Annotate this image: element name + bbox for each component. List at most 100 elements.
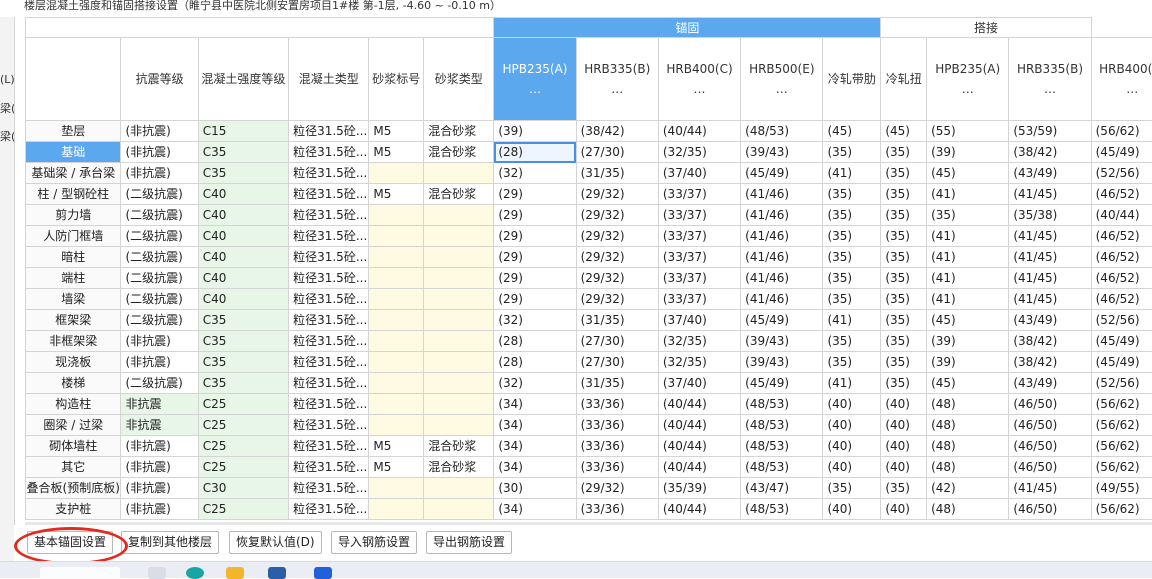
grid-cell[interactable]: (52/56) (1091, 373, 1152, 394)
grid-cell[interactable]: (42) (927, 478, 1009, 499)
grid-cell[interactable] (424, 163, 494, 184)
grid-cell[interactable] (369, 247, 424, 268)
grid-cell[interactable]: (48) (927, 499, 1009, 520)
taskbar-search-box[interactable] (40, 567, 120, 579)
grid-cell[interactable]: 粒径31.5砼... (289, 163, 369, 184)
basic-anchor-settings-button[interactable]: 基本锚固设置 (27, 531, 113, 554)
column-header[interactable]: 砂浆标号 (369, 38, 424, 121)
table-row[interactable]: 其它(非抗震)C25粒径31.5砼...M5混合砂浆(34)(33/36)(40… (26, 457, 1152, 478)
grid-cell[interactable]: (40) (881, 394, 927, 415)
column-header[interactable]: 冷轧带肋 (823, 38, 881, 121)
column-header[interactable]: HRB400(C) … (658, 38, 740, 121)
grid-cell[interactable]: (非抗震) (121, 163, 198, 184)
grid-cell[interactable]: (39) (494, 121, 576, 142)
grid-cell[interactable]: 粒径31.5砼... (289, 268, 369, 289)
grid-cell[interactable]: C15 (198, 121, 288, 142)
grid-cell[interactable]: C25 (198, 436, 288, 457)
grid-cell[interactable]: (48/53) (741, 436, 823, 457)
grid-cell[interactable]: (35) (881, 226, 927, 247)
grid-cell[interactable]: C35 (198, 373, 288, 394)
grid-cell[interactable]: (34) (494, 436, 576, 457)
grid-cell[interactable]: (32) (494, 310, 576, 331)
grid-cell[interactable]: (37/40) (658, 373, 740, 394)
grid-cell[interactable]: (35) (881, 373, 927, 394)
grid-cell[interactable]: 混合砂浆 (424, 184, 494, 205)
grid-cell[interactable] (424, 247, 494, 268)
column-header[interactable]: 砂浆类型 (424, 38, 494, 121)
grid-cell[interactable]: (39/43) (741, 331, 823, 352)
grid-cell[interactable]: (28) (494, 331, 576, 352)
table-row[interactable]: 框架梁(二级抗震)C35粒径31.5砼...(32)(31/35)(37/40)… (26, 310, 1152, 331)
grid-cell[interactable]: (40/44) (658, 457, 740, 478)
grid-cell[interactable]: 粒径31.5砼... (289, 373, 369, 394)
grid-cell[interactable]: (27/30) (576, 352, 658, 373)
grid-cell[interactable]: (29/32) (576, 289, 658, 310)
table-row[interactable]: 墙梁(二级抗震)C40粒径31.5砼...(29)(29/32)(33/37)(… (26, 289, 1152, 310)
grid-cell[interactable] (369, 415, 424, 436)
grid-cell[interactable] (424, 415, 494, 436)
grid-cell[interactable]: (40) (823, 499, 881, 520)
grid-cell[interactable]: (35) (881, 142, 927, 163)
table-row[interactable]: 剪力墙(二级抗震)C40粒径31.5砼...(29)(29/32)(33/37)… (26, 205, 1152, 226)
column-header[interactable]: 抗震等级 (121, 38, 198, 121)
grid-cell[interactable]: (非抗震) (121, 352, 198, 373)
grid-cell[interactable]: 粒径31.5砼... (289, 226, 369, 247)
grid-cell[interactable]: (40/44) (658, 415, 740, 436)
grid-cell[interactable]: (45) (927, 310, 1009, 331)
grid-cell[interactable]: (45/49) (1091, 331, 1152, 352)
grid-cell[interactable]: (46/50) (1009, 457, 1091, 478)
table-row[interactable]: 基础梁 / 承台梁(非抗震)C35粒径31.5砼...(32)(31/35)(3… (26, 163, 1152, 184)
table-row[interactable]: 构造柱非抗震C25粒径31.5砼...(34)(33/36)(40/44)(48… (26, 394, 1152, 415)
grid-cell[interactable]: (46/52) (1091, 289, 1152, 310)
taskbar-app-icon[interactable] (186, 567, 204, 579)
grid-cell[interactable]: (56/62) (1091, 121, 1152, 142)
grid-cell[interactable]: (38/42) (576, 121, 658, 142)
grid-cell[interactable]: (35/38) (1009, 205, 1091, 226)
grid-cell[interactable] (369, 331, 424, 352)
grid-cell[interactable]: (41) (927, 226, 1009, 247)
grid-cell[interactable]: (二级抗震) (121, 310, 198, 331)
grid-cell[interactable]: M5 (369, 142, 424, 163)
column-header[interactable]: 混凝土强度等级 (198, 38, 288, 121)
grid-cell[interactable]: (41/45) (1009, 478, 1091, 499)
grid-cell[interactable]: (非抗震) (121, 499, 198, 520)
grid-cell[interactable]: (32) (494, 373, 576, 394)
grid-cell[interactable]: (33/37) (658, 184, 740, 205)
grid-cell[interactable]: (39/43) (741, 142, 823, 163)
grid-cell[interactable]: (28) (494, 352, 576, 373)
taskbar-app-icon[interactable] (148, 567, 166, 579)
column-header[interactable]: HPB235(A) … (494, 38, 576, 121)
grid-cell[interactable]: M5 (369, 457, 424, 478)
grid-cell[interactable]: (35) (881, 331, 927, 352)
grid-cell[interactable]: (二级抗震) (121, 247, 198, 268)
grid-cell[interactable]: (45) (881, 121, 927, 142)
grid-cell[interactable]: (56/62) (1091, 394, 1152, 415)
grid-cell[interactable]: M5 (369, 121, 424, 142)
grid-cell[interactable]: M5 (369, 184, 424, 205)
grid-cell[interactable]: (31/35) (576, 163, 658, 184)
grid-cell[interactable]: C25 (198, 457, 288, 478)
grid-cell[interactable]: (48) (927, 415, 1009, 436)
grid-cell[interactable]: (41) (927, 247, 1009, 268)
grid-cell[interactable]: 非抗震 (121, 394, 198, 415)
grid-cell[interactable] (369, 373, 424, 394)
grid-cell[interactable]: (35) (881, 205, 927, 226)
grid-cell[interactable]: (35) (881, 352, 927, 373)
import-rebar-settings-button[interactable]: 导入钢筋设置 (331, 531, 417, 554)
grid-cell[interactable]: C30 (198, 478, 288, 499)
grid-cell[interactable]: (56/62) (1091, 415, 1152, 436)
grid-cell[interactable]: 粒径31.5砼... (289, 436, 369, 457)
grid-cell[interactable]: (45) (927, 163, 1009, 184)
table-row[interactable]: 支护桩(非抗震)C25粒径31.5砼...(34)(33/36)(40/44)(… (26, 499, 1152, 520)
grid-cell[interactable]: 粒径31.5砼... (289, 478, 369, 499)
table-row[interactable]: 圈梁 / 过梁非抗震C25粒径31.5砼...(34)(33/36)(40/44… (26, 415, 1152, 436)
grid-cell[interactable]: (35) (927, 205, 1009, 226)
grid-cell[interactable]: (41) (823, 163, 881, 184)
grid-cell[interactable]: 混合砂浆 (424, 142, 494, 163)
grid-cell[interactable]: (41/46) (741, 268, 823, 289)
grid-cell[interactable]: 粒径31.5砼... (289, 310, 369, 331)
grid-cell[interactable]: 粒径31.5砼... (289, 394, 369, 415)
grid-cell[interactable]: (46/50) (1009, 415, 1091, 436)
grid-cell[interactable]: (29) (494, 226, 576, 247)
grid-cell[interactable]: (38/42) (1009, 352, 1091, 373)
